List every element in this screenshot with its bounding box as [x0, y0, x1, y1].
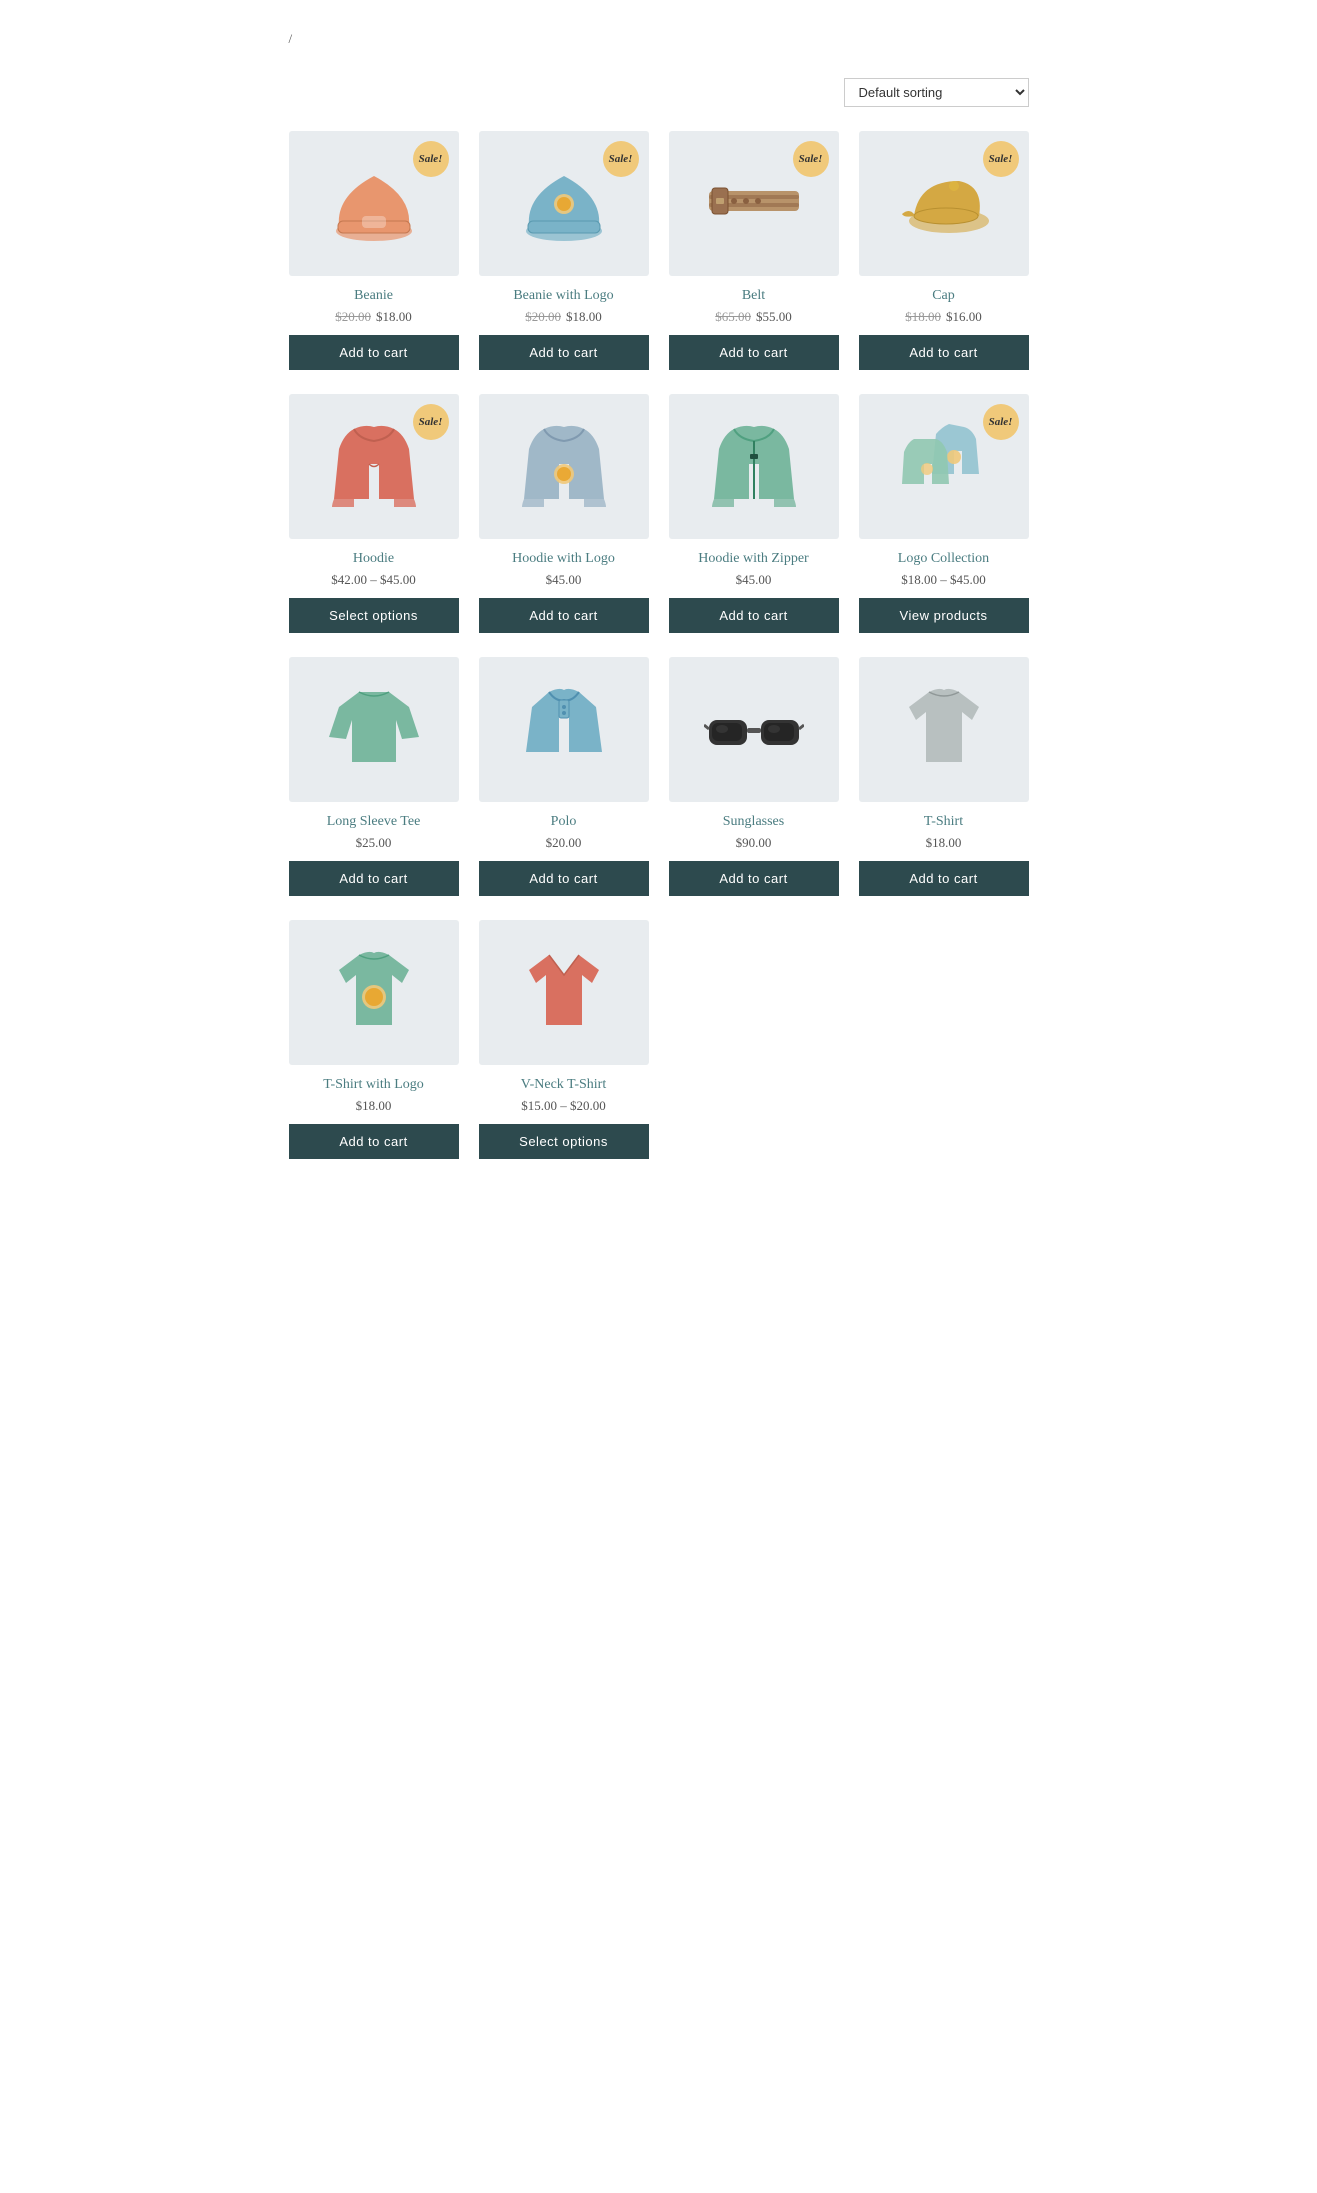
- product-image-hoodie-zipper: [704, 419, 804, 514]
- products-grid: Sale! Beanie $20.00$18.00 Add to cart Sa…: [289, 131, 1029, 1159]
- product-name-logo-collection[interactable]: Logo Collection: [898, 551, 989, 567]
- breadcrumb: /: [289, 30, 1029, 48]
- product-price-belt: $65.00$55.00: [715, 309, 792, 325]
- product-price-long-sleeve-tee: $25.00: [356, 835, 392, 851]
- product-name-vneck-tshirt[interactable]: V-Neck T-Shirt: [521, 1077, 606, 1093]
- product-image-wrap-tshirt-logo: [289, 920, 459, 1065]
- sale-badge-cap: Sale!: [983, 141, 1019, 177]
- product-button-cap[interactable]: Add to cart: [859, 335, 1029, 370]
- product-price-tshirt: $18.00: [926, 835, 962, 851]
- product-button-belt[interactable]: Add to cart: [669, 335, 839, 370]
- product-image-polo: [514, 682, 614, 777]
- product-price-hoodie-zipper: $45.00: [736, 572, 772, 588]
- product-name-belt[interactable]: Belt: [742, 288, 765, 304]
- product-card-polo: Polo $20.00 Add to cart: [479, 657, 649, 896]
- product-name-beanie[interactable]: Beanie: [354, 288, 393, 304]
- product-button-long-sleeve-tee[interactable]: Add to cart: [289, 861, 459, 896]
- sale-badge-hoodie: Sale!: [413, 404, 449, 440]
- product-image-long-sleeve-tee: [324, 682, 424, 777]
- sort-select[interactable]: Default sorting Sort by popularity Sort …: [844, 78, 1029, 107]
- product-image-hoodie-with-logo: [514, 419, 614, 514]
- product-image-sunglasses: [704, 682, 804, 777]
- product-card-belt: Sale! Belt $65.00$55.00 Add to cart: [669, 131, 839, 370]
- product-button-vneck-tshirt[interactable]: Select options: [479, 1124, 649, 1159]
- product-price-cap: $18.00$16.00: [905, 309, 982, 325]
- product-price-beanie: $20.00$18.00: [335, 309, 412, 325]
- product-card-beanie: Sale! Beanie $20.00$18.00 Add to cart: [289, 131, 459, 370]
- product-image-wrap-hoodie-zipper: [669, 394, 839, 539]
- product-button-hoodie-with-logo[interactable]: Add to cart: [479, 598, 649, 633]
- product-card-hoodie: Sale! Hoodie $42.00 – $45.00 Select opti…: [289, 394, 459, 633]
- product-name-tshirt-logo[interactable]: T-Shirt with Logo: [323, 1077, 424, 1093]
- sale-badge-beanie-with-logo: Sale!: [603, 141, 639, 177]
- breadcrumb-separator: /: [289, 31, 293, 46]
- product-image-hoodie: [324, 419, 424, 514]
- product-name-beanie-with-logo[interactable]: Beanie with Logo: [513, 288, 613, 304]
- product-image-wrap-polo: [479, 657, 649, 802]
- product-button-hoodie-zipper[interactable]: Add to cart: [669, 598, 839, 633]
- sale-badge-belt: Sale!: [793, 141, 829, 177]
- product-button-logo-collection[interactable]: View products: [859, 598, 1029, 633]
- product-price-vneck-tshirt: $15.00 – $20.00: [521, 1098, 606, 1114]
- product-name-polo[interactable]: Polo: [551, 814, 577, 830]
- product-name-hoodie-with-logo[interactable]: Hoodie with Logo: [512, 551, 615, 567]
- product-price-hoodie-with-logo: $45.00: [546, 572, 582, 588]
- product-image-wrap-hoodie: Sale!: [289, 394, 459, 539]
- sale-badge-beanie: Sale!: [413, 141, 449, 177]
- product-image-wrap-belt: Sale!: [669, 131, 839, 276]
- product-name-sunglasses[interactable]: Sunglasses: [723, 814, 784, 830]
- product-name-hoodie-zipper[interactable]: Hoodie with Zipper: [698, 551, 808, 567]
- product-image-wrap-cap: Sale!: [859, 131, 1029, 276]
- product-price-sunglasses: $90.00: [736, 835, 772, 851]
- product-button-sunglasses[interactable]: Add to cart: [669, 861, 839, 896]
- product-image-wrap-logo-collection: Sale!: [859, 394, 1029, 539]
- product-card-tshirt-logo: T-Shirt with Logo $18.00 Add to cart: [289, 920, 459, 1159]
- product-button-polo[interactable]: Add to cart: [479, 861, 649, 896]
- product-card-vneck-tshirt: V-Neck T-Shirt $15.00 – $20.00 Select op…: [479, 920, 649, 1159]
- product-card-long-sleeve-tee: Long Sleeve Tee $25.00 Add to cart: [289, 657, 459, 896]
- product-button-beanie-with-logo[interactable]: Add to cart: [479, 335, 649, 370]
- product-card-beanie-with-logo: Sale! Beanie with Logo $20.00$18.00 Add …: [479, 131, 649, 370]
- product-image-wrap-long-sleeve-tee: [289, 657, 459, 802]
- product-image-wrap-beanie: Sale!: [289, 131, 459, 276]
- product-card-sunglasses: Sunglasses $90.00 Add to cart: [669, 657, 839, 896]
- product-name-tshirt[interactable]: T-Shirt: [924, 814, 963, 830]
- product-card-logo-collection: Sale! Logo Collection $18.00 – $45.00 Vi…: [859, 394, 1029, 633]
- toolbar: Default sorting Sort by popularity Sort …: [289, 78, 1029, 107]
- product-button-beanie[interactable]: Add to cart: [289, 335, 459, 370]
- product-card-tshirt: T-Shirt $18.00 Add to cart: [859, 657, 1029, 896]
- product-price-polo: $20.00: [546, 835, 582, 851]
- sale-badge-logo-collection: Sale!: [983, 404, 1019, 440]
- product-button-tshirt[interactable]: Add to cart: [859, 861, 1029, 896]
- product-image-vneck-tshirt: [514, 945, 614, 1040]
- product-price-logo-collection: $18.00 – $45.00: [901, 572, 986, 588]
- product-image-belt: [704, 156, 804, 251]
- product-image-cap: [894, 156, 994, 251]
- product-name-hoodie[interactable]: Hoodie: [353, 551, 394, 567]
- product-price-beanie-with-logo: $20.00$18.00: [525, 309, 602, 325]
- product-image-tshirt-logo: [324, 945, 424, 1040]
- product-image-beanie: [324, 156, 424, 251]
- product-card-hoodie-zipper: Hoodie with Zipper $45.00 Add to cart: [669, 394, 839, 633]
- product-image-beanie-with-logo: [514, 156, 614, 251]
- product-price-hoodie: $42.00 – $45.00: [331, 572, 416, 588]
- product-image-wrap-tshirt: [859, 657, 1029, 802]
- product-name-long-sleeve-tee[interactable]: Long Sleeve Tee: [327, 814, 421, 830]
- product-button-tshirt-logo[interactable]: Add to cart: [289, 1124, 459, 1159]
- product-image-wrap-vneck-tshirt: [479, 920, 649, 1065]
- product-name-cap[interactable]: Cap: [932, 288, 955, 304]
- product-image-wrap-sunglasses: [669, 657, 839, 802]
- product-button-hoodie[interactable]: Select options: [289, 598, 459, 633]
- product-price-tshirt-logo: $18.00: [356, 1098, 392, 1114]
- product-image-wrap-hoodie-with-logo: [479, 394, 649, 539]
- product-image-wrap-beanie-with-logo: Sale!: [479, 131, 649, 276]
- product-card-hoodie-with-logo: Hoodie with Logo $45.00 Add to cart: [479, 394, 649, 633]
- product-image-tshirt: [894, 682, 994, 777]
- product-image-logo-collection: [894, 419, 994, 514]
- product-card-cap: Sale! Cap $18.00$16.00 Add to cart: [859, 131, 1029, 370]
